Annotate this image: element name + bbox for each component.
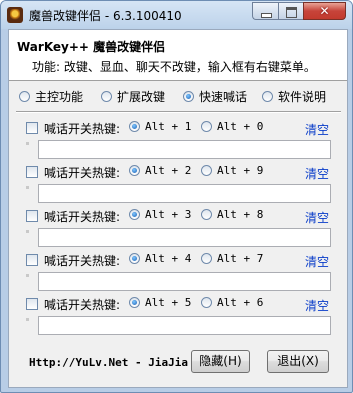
hotkey-option-1[interactable]: Alt + 2 — [129, 164, 191, 177]
mode-tabs: 主控功能 扩展改键 快速喊话 软件说明 — [9, 86, 347, 108]
chat-text-input[interactable] — [38, 316, 331, 335]
hotkey-row: 喊话开关热键: Alt + 3 Alt + 8 清空 — [9, 208, 347, 250]
radio-selected-icon — [129, 297, 140, 308]
enable-checkbox[interactable] — [26, 166, 38, 178]
radio-selected-icon — [129, 209, 140, 220]
radio-icon — [201, 253, 212, 264]
radio-icon — [201, 165, 212, 176]
chat-text-input[interactable] — [38, 184, 331, 203]
enable-checkbox[interactable] — [26, 122, 38, 134]
hotkey-option-1[interactable]: Alt + 5 — [129, 296, 191, 309]
client-area: WarKey++ 魔兽改键伴侣 功能: 改键、显血、聊天不改键，输入框有右键菜单… — [8, 29, 348, 388]
radio-selected-icon — [129, 253, 140, 264]
divider — [16, 111, 341, 113]
hotkey-option-1[interactable]: Alt + 1 — [129, 120, 191, 133]
minimize-button[interactable] — [252, 2, 278, 20]
clear-link[interactable]: 清空 — [305, 121, 329, 138]
tab-label: 主控功能 — [35, 89, 84, 104]
clear-link[interactable]: 清空 — [305, 209, 329, 226]
tab-label: 软件说明 — [278, 89, 327, 104]
exit-button[interactable]: 退出(X) — [267, 350, 329, 373]
title-bar[interactable]: 魔兽改键伴侣 - 6.3.100410 — [1, 1, 352, 29]
hotkey-row: 喊话开关热键: Alt + 1 Alt + 0 清空 — [9, 120, 347, 162]
radio-selected-icon — [129, 165, 140, 176]
tab-quick-chat[interactable]: 快速喊话 — [183, 86, 247, 106]
app-icon — [7, 7, 23, 23]
tab-label: 扩展改键 — [117, 89, 166, 104]
hotkey-option-2[interactable]: Alt + 9 — [201, 164, 263, 177]
tab-main-control[interactable]: 主控功能 — [19, 86, 83, 106]
app-window: 魔兽改键伴侣 - 6.3.100410 WarKey++ 魔兽改键伴侣 功能: … — [0, 0, 353, 393]
radio-selected-icon — [129, 121, 140, 132]
bullet-icon — [26, 274, 29, 277]
tab-help[interactable]: 软件说明 — [262, 86, 326, 106]
hotkey-label: 喊话开关热键: — [44, 166, 121, 180]
hotkey-option-1[interactable]: Alt + 4 — [129, 252, 191, 265]
bullet-icon — [26, 142, 29, 145]
hide-button[interactable]: 隐藏(H) — [191, 350, 250, 373]
tab-extended-keys[interactable]: 扩展改键 — [101, 86, 165, 106]
hotkey-row: 喊话开关热键: Alt + 4 Alt + 7 清空 — [9, 252, 347, 294]
radio-icon — [101, 90, 112, 102]
radio-icon — [262, 90, 273, 102]
clear-link[interactable]: 清空 — [305, 253, 329, 270]
enable-checkbox[interactable] — [26, 210, 38, 222]
hotkey-label: 喊话开关热键: — [44, 298, 121, 312]
window-title: 魔兽改键伴侣 - 6.3.100410 — [29, 9, 182, 23]
bullet-icon — [26, 186, 29, 189]
enable-checkbox[interactable] — [26, 298, 38, 310]
app-description: 功能: 改键、显血、聊天不改键，输入框有右键菜单。 — [32, 60, 316, 74]
close-button[interactable] — [303, 2, 346, 20]
radio-selected-icon — [183, 90, 194, 102]
hotkey-option-2[interactable]: Alt + 0 — [201, 120, 263, 133]
radio-icon — [201, 121, 212, 132]
hotkey-label: 喊话开关热键: — [44, 210, 121, 224]
chat-text-input[interactable] — [38, 272, 331, 291]
hotkey-option-2[interactable]: Alt + 6 — [201, 296, 263, 309]
radio-icon — [201, 297, 212, 308]
header-panel: WarKey++ 魔兽改键伴侣 功能: 改键、显血、聊天不改键，输入框有右键菜单… — [9, 30, 347, 81]
bullet-icon — [26, 230, 29, 233]
hotkey-label: 喊话开关热键: — [44, 122, 121, 136]
hotkey-option-2[interactable]: Alt + 7 — [201, 252, 263, 265]
website-link[interactable]: Http://YuLv.Net - JiaJia — [29, 356, 188, 369]
hotkey-label: 喊话开关热键: — [44, 254, 121, 268]
hotkey-row: 喊话开关热键: Alt + 2 Alt + 9 清空 — [9, 164, 347, 206]
tab-label: 快速喊话 — [199, 89, 248, 104]
maximize-button[interactable] — [278, 2, 303, 20]
bullet-icon — [26, 318, 29, 321]
clear-link[interactable]: 清空 — [305, 165, 329, 182]
app-heading: WarKey++ 魔兽改键伴侣 — [17, 40, 166, 54]
radio-icon — [19, 90, 30, 102]
radio-icon — [201, 209, 212, 220]
hotkey-option-2[interactable]: Alt + 8 — [201, 208, 263, 221]
clear-link[interactable]: 清空 — [305, 297, 329, 314]
chat-text-input[interactable] — [38, 228, 331, 247]
window-controls — [252, 2, 346, 21]
chat-text-input[interactable] — [38, 140, 331, 159]
hotkey-option-1[interactable]: Alt + 3 — [129, 208, 191, 221]
hotkey-row: 喊话开关热键: Alt + 5 Alt + 6 清空 — [9, 296, 347, 338]
enable-checkbox[interactable] — [26, 254, 38, 266]
